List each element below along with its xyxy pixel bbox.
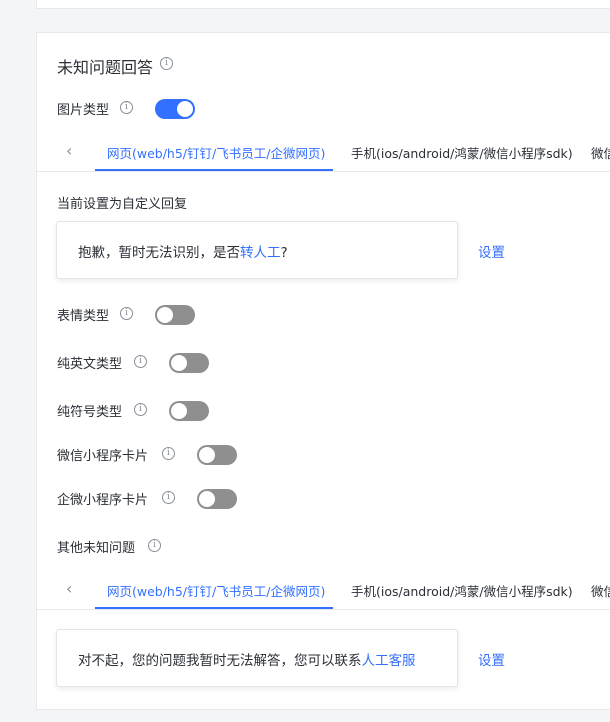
emoji-type-label: 表情类型 [57, 309, 110, 324]
info-icon[interactable]: i [120, 307, 133, 320]
tab-wechat[interactable]: 微信 [591, 143, 610, 162]
tab-mobile[interactable]: 手机(ios/android/鸿蒙/微信小程序sdk) [351, 143, 573, 162]
tab-mobile[interactable]: 手机(ios/android/鸿蒙/微信小程序sdk) [351, 581, 573, 600]
human-service-link[interactable]: 人工客服 [362, 653, 416, 669]
reply-text-suffix: ? [280, 245, 288, 261]
emoji-type-toggle[interactable] [155, 305, 195, 325]
info-icon[interactable]: i [134, 355, 147, 368]
info-icon[interactable]: i [120, 101, 133, 114]
active-tab-indicator [95, 607, 333, 609]
info-icon[interactable]: i [162, 447, 175, 460]
previous-section-panel [36, 0, 610, 9]
reply-card-2: 对不起，您的问题我暂时无法解答，您可以联系人工客服 [56, 629, 458, 687]
wechat-miniprogram-card-label: 微信小程序卡片 [57, 449, 149, 464]
active-tab-indicator [95, 169, 333, 171]
english-type-toggle[interactable] [169, 353, 209, 373]
reply-text-prefix: 抱歉，暂时无法识别，是否 [78, 245, 240, 261]
tab-wechat[interactable]: 微信 [591, 581, 610, 600]
wechat-miniprogram-card-toggle[interactable] [197, 445, 237, 465]
chevron-left-icon[interactable]: ‹ [66, 141, 72, 160]
reply-card: 抱歉，暂时无法识别，是否转人工? [56, 221, 458, 279]
wecom-miniprogram-card-toggle[interactable] [197, 489, 237, 509]
platform-tabs-2: ‹ 网页(web/h5/钉钉/飞书员工/企微网页) 手机(ios/android… [36, 573, 610, 610]
section-title: 未知问题回答 [57, 58, 154, 77]
info-icon[interactable]: i [160, 57, 173, 70]
toggle-knob [171, 355, 187, 371]
toggle-knob [199, 491, 215, 507]
image-type-toggle[interactable] [155, 99, 195, 119]
english-type-label: 纯英文类型 [57, 357, 123, 372]
toggle-knob [171, 403, 187, 419]
info-icon[interactable]: i [162, 491, 175, 504]
info-icon[interactable]: i [148, 539, 161, 552]
set-reply-link[interactable]: 设置 [478, 241, 505, 261]
symbol-type-toggle[interactable] [169, 401, 209, 421]
platform-tabs: ‹ 网页(web/h5/钉钉/飞书员工/企微网页) 手机(ios/android… [36, 135, 610, 172]
symbol-type-label: 纯符号类型 [57, 405, 123, 420]
current-setting-label: 当前设置为自定义回复 [57, 197, 188, 212]
toggle-knob [177, 101, 193, 117]
chevron-left-icon[interactable]: ‹ [66, 579, 72, 598]
other-unknown-label: 其他未知问题 [57, 541, 136, 556]
reply-text: 抱歉，暂时无法识别，是否转人工? [78, 241, 288, 261]
tab-web[interactable]: 网页(web/h5/钉钉/飞书员工/企微网页) [107, 143, 325, 162]
reply-text-prefix: 对不起，您的问题我暂时无法解答，您可以联系 [78, 653, 362, 669]
info-icon[interactable]: i [134, 403, 147, 416]
transfer-human-link[interactable]: 转人工 [240, 245, 281, 261]
wecom-miniprogram-card-label: 企微小程序卡片 [57, 493, 149, 508]
reply-text: 对不起，您的问题我暂时无法解答，您可以联系人工客服 [78, 649, 416, 669]
image-type-label: 图片类型 [57, 103, 110, 118]
toggle-knob [199, 447, 215, 463]
set-reply-link-2[interactable]: 设置 [478, 649, 505, 669]
toggle-knob [157, 307, 173, 323]
tab-web[interactable]: 网页(web/h5/钉钉/飞书员工/企微网页) [107, 581, 325, 600]
